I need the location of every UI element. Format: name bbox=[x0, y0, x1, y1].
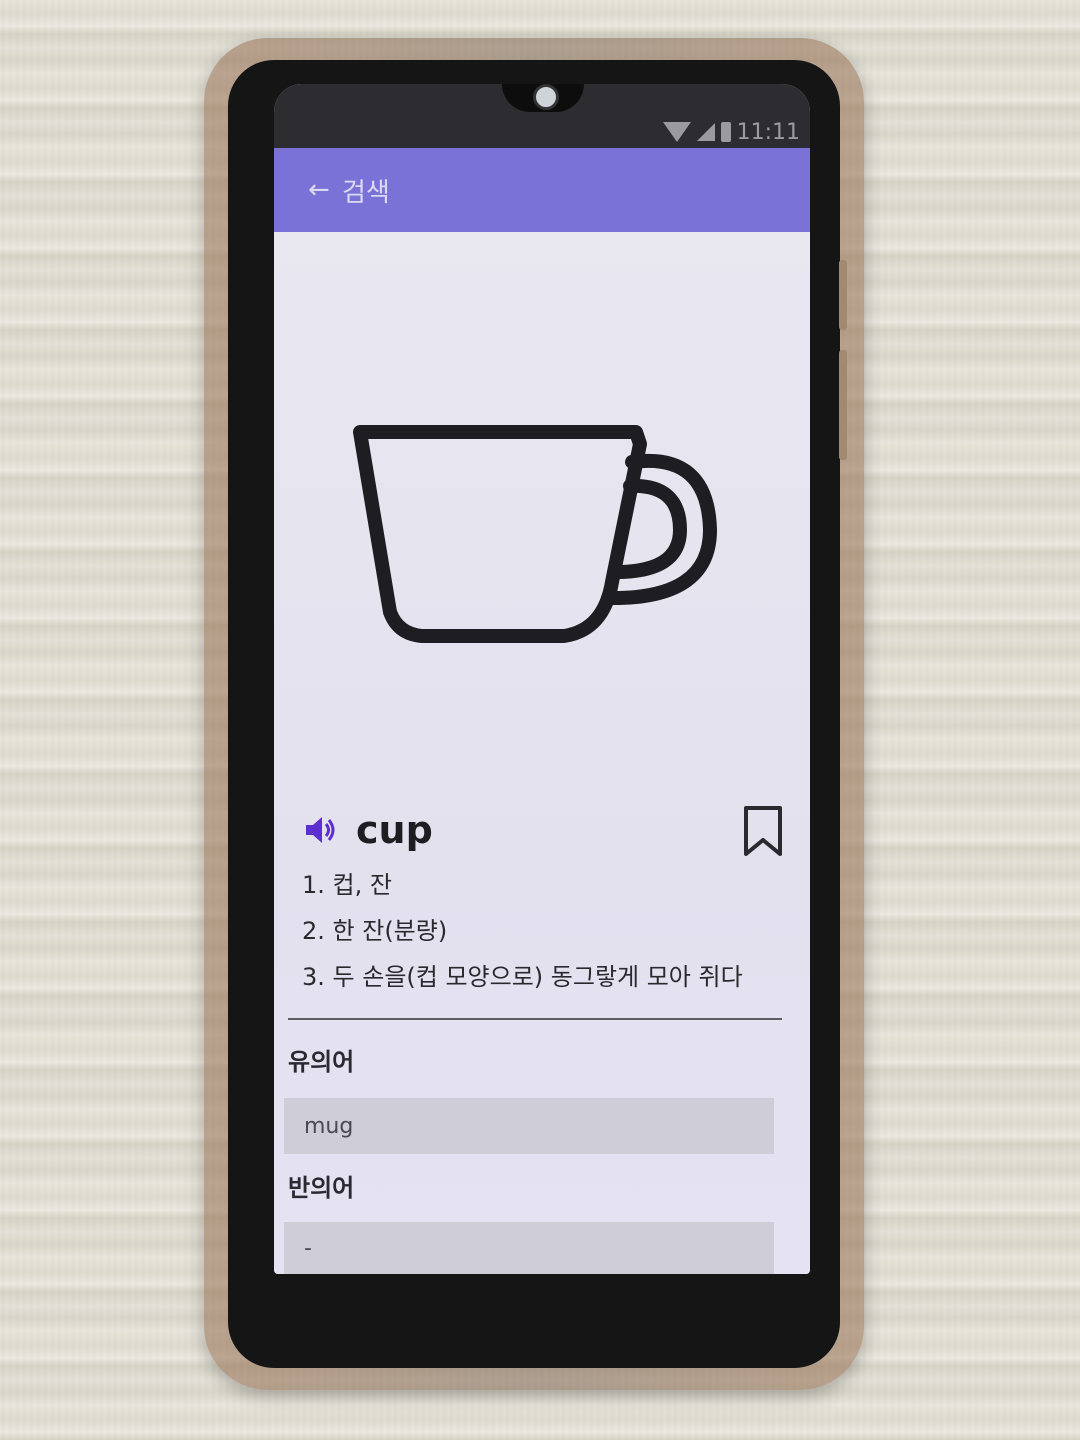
antonyms-title: 반의어 bbox=[288, 1174, 355, 1202]
divider bbox=[288, 1018, 782, 1020]
wifi-icon bbox=[662, 122, 691, 142]
synonyms-value[interactable]: mug bbox=[284, 1098, 774, 1154]
app-bar-title: 검색 bbox=[342, 177, 390, 208]
bookmark-icon[interactable] bbox=[742, 804, 784, 858]
battery-icon bbox=[720, 122, 731, 142]
antonym-text: - bbox=[304, 1235, 312, 1261]
antonyms-value[interactable]: - bbox=[284, 1222, 774, 1274]
signal-icon bbox=[696, 123, 715, 141]
synonym-text: mug bbox=[304, 1113, 354, 1139]
status-time: 11:11 bbox=[736, 119, 800, 145]
meaning-item: 3. 두 손을(컵 모양으로) 동그랗게 모아 쥐다 bbox=[302, 963, 743, 991]
phone-screen: 11:11 ← 검색 cup 1. 컵, 잔 2. 한 잔(분량) 3. 두 손… bbox=[274, 84, 810, 1274]
word-title: cup bbox=[356, 808, 433, 852]
synonyms-title: 유의어 bbox=[288, 1048, 355, 1076]
meaning-item: 2. 한 잔(분량) bbox=[302, 917, 448, 945]
speaker-icon[interactable] bbox=[304, 813, 338, 847]
front-camera bbox=[533, 84, 559, 110]
word-header: cup bbox=[304, 802, 784, 858]
word-detail: cup 1. 컵, 잔 2. 한 잔(분량) 3. 두 손을(컵 모양으로) 동… bbox=[274, 232, 810, 1274]
back-arrow-icon[interactable]: ← bbox=[308, 175, 334, 205]
meaning-list: 1. 컵, 잔 2. 한 잔(분량) 3. 두 손을(컵 모양으로) 동그랗게 … bbox=[302, 862, 772, 1000]
volume-button bbox=[839, 260, 847, 330]
app-bar: ← 검색 bbox=[274, 148, 810, 232]
cup-icon bbox=[353, 425, 718, 643]
meaning-item: 1. 컵, 잔 bbox=[302, 871, 392, 899]
status-bar: 11:11 bbox=[274, 84, 810, 148]
power-button bbox=[839, 350, 847, 460]
status-icons: 11:11 bbox=[662, 118, 800, 146]
